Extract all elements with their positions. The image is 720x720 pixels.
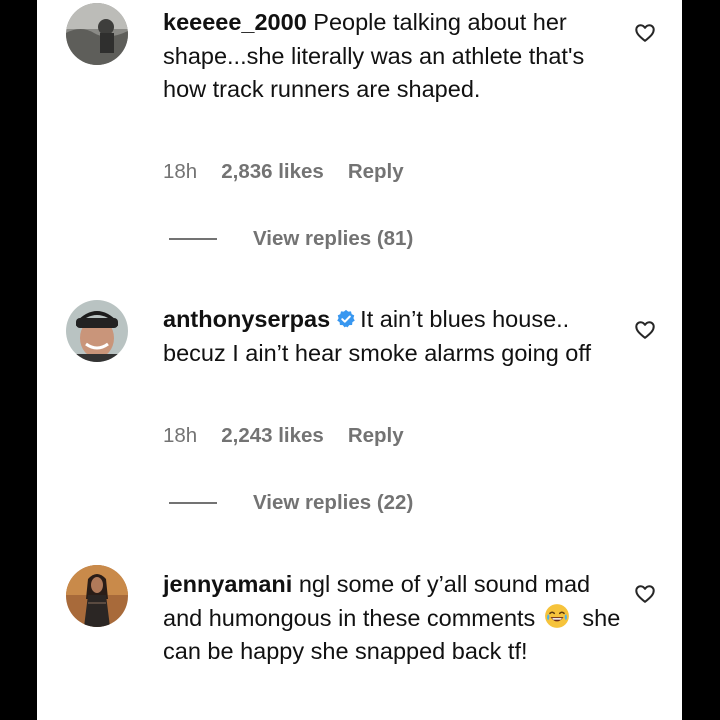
divider-line (169, 238, 217, 240)
reply-button[interactable]: Reply (348, 160, 404, 184)
laughing-emoji-icon (544, 603, 569, 628)
heart-icon[interactable] (634, 22, 656, 44)
comment-time: 18h (163, 424, 198, 447)
comment-text: keeeee_2000 People talking about her sha… (163, 6, 633, 107)
heart-icon[interactable] (634, 319, 656, 341)
comment-meta: 18h 2,243 likes Reply (163, 424, 404, 448)
verified-badge-icon (337, 309, 355, 328)
avatar[interactable] (66, 565, 128, 627)
avatar[interactable] (66, 300, 128, 362)
view-replies-label: View replies (22) (253, 491, 414, 514)
comment-username[interactable]: anthonyserpas (163, 306, 330, 332)
avatar[interactable] (66, 3, 128, 65)
comment-username[interactable]: jennyamani (163, 571, 292, 597)
comment-time: 18h (163, 160, 198, 183)
comment-text: anthonyserpas It ain’t blues house.. bec… (163, 303, 633, 370)
heart-icon[interactable] (634, 583, 656, 605)
view-replies-button[interactable]: View replies (22) (169, 491, 413, 515)
comment-username[interactable]: keeeee_2000 (163, 9, 307, 35)
comment-text: jennyamani ngl some of y’all sound mad a… (163, 568, 633, 669)
divider-line (169, 502, 217, 504)
comment-likes[interactable]: 2,243 likes (221, 424, 324, 448)
comments-panel: keeeee_2000 People talking about her sha… (37, 0, 682, 720)
comment-likes[interactable]: 2,836 likes (221, 160, 324, 184)
view-replies-button[interactable]: View replies (81) (169, 227, 413, 251)
view-replies-label: View replies (81) (253, 227, 414, 250)
reply-button[interactable]: Reply (348, 424, 404, 448)
comment-meta: 18h 2,836 likes Reply (163, 160, 404, 184)
